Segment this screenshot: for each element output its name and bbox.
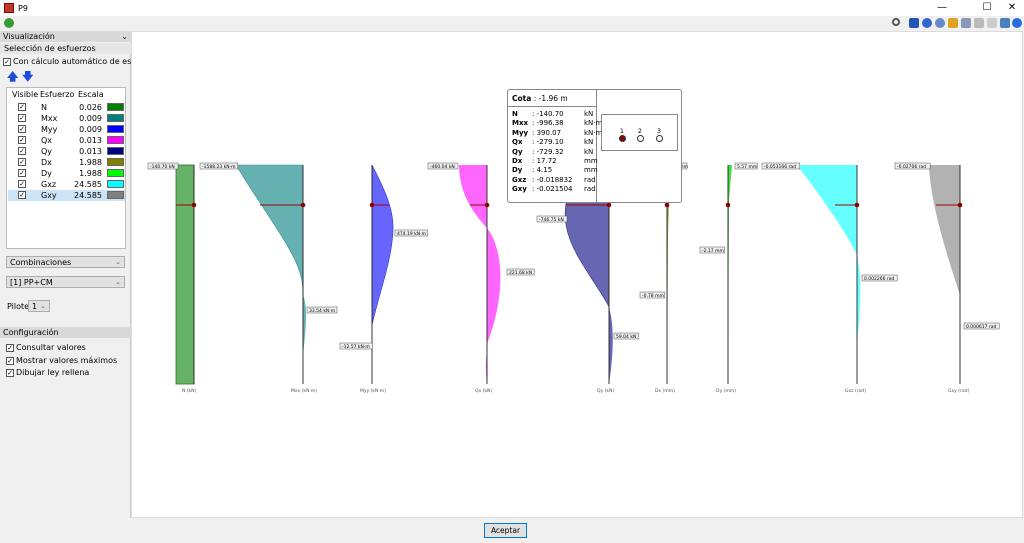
tooltip-value-dy: Dy: 4.15 mm [512, 166, 598, 175]
cota-readout: Cota : -1.96 m [512, 94, 568, 103]
diagram-qy-fill [564, 194, 610, 308]
value-label: -0.78 mm [642, 293, 664, 299]
diagram-qx-fill-pos [487, 228, 501, 345]
value-label: 0.000617 rad [966, 324, 997, 330]
values-tooltip: Cota : -1.96 m N: -140.70 kN Mxx: -996.38 k… [507, 89, 682, 203]
diagram-qx-fill-neg [459, 165, 487, 228]
diagram-axis-label: Qx (kN) [475, 388, 492, 394]
pile-1[interactable]: 1 [616, 127, 628, 142]
diagram-mxx-fill [235, 164, 304, 296]
diagram-axis-label: Gxy (rad) [948, 388, 969, 394]
tooltip-value-myy: Myy: 390.07 kN·m [512, 128, 603, 137]
diagram-gxy-fill [929, 165, 960, 295]
value-label: 0.002266 rad [864, 276, 895, 282]
diagram-axis-label: N (kN) [182, 388, 197, 394]
diagram-gxz-fill-pos [857, 255, 861, 345]
diagram-axis-label: Qy (kN) [597, 388, 614, 394]
diagram-n-fill [175, 164, 195, 385]
tooltip-value-gxz: Gxz: -0.018832 rad [512, 175, 596, 184]
value-label: 33.54 kN·m [309, 308, 335, 314]
value-label: -0.02706 rad [897, 164, 926, 170]
diagram-axis-label: Mxx (kN·m) [291, 388, 317, 394]
diagram-axis-label: Myy (kN·m) [360, 388, 386, 394]
tooltip-value-qx: Qx: -279.10 kN [512, 138, 594, 147]
value-label: 5.57 mm [737, 164, 757, 170]
value-label: -140.70 kN [150, 164, 175, 170]
tooltip-value-qy: Qy: -729.32 kN [512, 147, 594, 156]
diagram-qy-fill-pos [609, 307, 613, 384]
accept-button[interactable]: Aceptar [484, 523, 527, 538]
diagram-myy-fill [371, 164, 394, 326]
tooltip-value-mxx: Mxx: -996.38 kN·m [512, 119, 603, 128]
value-label: -1588.23 kN·m [202, 164, 235, 170]
value-label: 474.19 kN·m [397, 231, 426, 237]
value-label: -2.17 mm [702, 248, 724, 254]
pile-effort-diagrams: N (kN) -140.70 kN Mxx (kN·m) -1588.23 kN·m 3… [147, 162, 1000, 394]
pile-2[interactable]: 2 [634, 127, 646, 142]
value-label: -0.053166 rad [764, 164, 796, 170]
value-label: 221.68 kN [509, 270, 532, 276]
value-label: -12.57 kN·m [342, 344, 370, 350]
pile-3[interactable]: 3 [653, 127, 665, 142]
tooltip-value-dx: Dx: 17.72 mm [512, 157, 598, 166]
footer: Aceptar [0, 518, 1024, 543]
diagram-gxz-fill [797, 165, 857, 255]
diagram-dy-fill [728, 165, 732, 384]
diagram-mxx-fill-pos [303, 295, 306, 355]
diagram-axis-label: Gxz (rad) [845, 388, 866, 394]
tooltip-value-gxy: Gxy: -0.021504 rad [512, 185, 596, 194]
tooltip-value-n: N: -140.70 kN [512, 110, 594, 118]
diagram-axis-label: Dy (mm) [716, 388, 736, 394]
diagram-axis-label: Dx (mm) [655, 388, 675, 394]
pile-selector: 1 2 3 [601, 114, 678, 151]
value-label: -460.04 kN [430, 164, 455, 170]
value-label: 59.04 kN [616, 334, 636, 340]
value-label: -746.75 kN [539, 217, 564, 223]
